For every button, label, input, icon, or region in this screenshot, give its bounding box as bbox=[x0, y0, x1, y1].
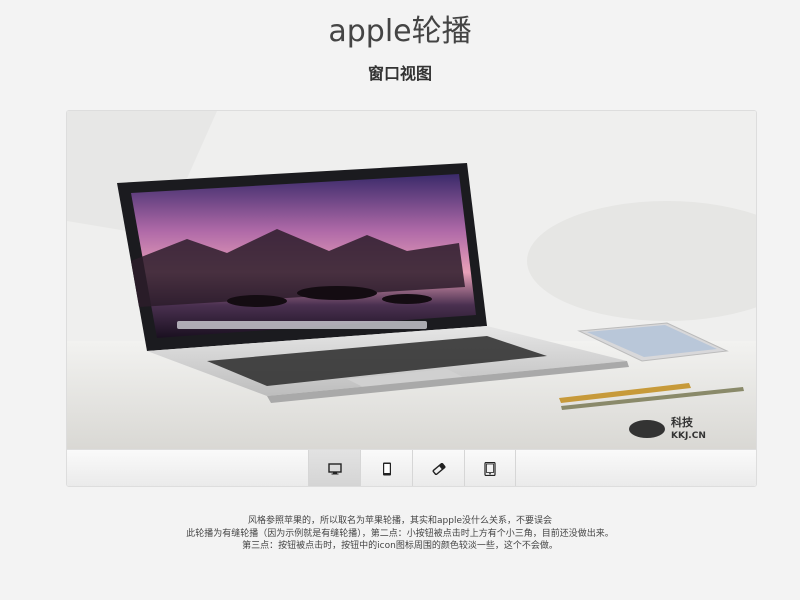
carousel: 科技 KKJ.CN bbox=[66, 110, 757, 487]
thumbnail-bar bbox=[67, 449, 756, 486]
svg-text:KKJ.CN: KKJ.CN bbox=[671, 431, 706, 441]
thumb-phone-button[interactable] bbox=[360, 450, 412, 486]
thumb-desktop-button[interactable] bbox=[308, 450, 360, 486]
tablet-icon bbox=[484, 461, 496, 476]
page-title: apple轮播 bbox=[328, 14, 472, 49]
ipod-icon bbox=[432, 462, 445, 475]
desktop-icon bbox=[327, 462, 342, 474]
phone-icon bbox=[382, 462, 391, 475]
carousel-slide-image: 科技 KKJ.CN bbox=[67, 111, 756, 449]
page-subtitle: 窗口视图 bbox=[367, 64, 432, 83]
description-line-2: 此轮播为有缝轮播（因为示例就是有缝轮播），第二点：小按钮被点击时上方有个小三角，… bbox=[186, 528, 614, 539]
svg-text:科技: 科技 bbox=[671, 415, 694, 429]
description-text: 风格参照苹果的，所以取名为苹果轮播，其实和apple没什么关系，不要误会 此轮播… bbox=[0, 515, 800, 553]
description-line-1: 风格参照苹果的，所以取名为苹果轮播，其实和apple没什么关系，不要误会 bbox=[248, 516, 552, 526]
macbook-photo: 科技 KKJ.CN bbox=[67, 111, 756, 449]
description-line-3: 第三点：按钮被点击时，按钮中的icon图标周围的颜色较淡一些，这个不会做。 bbox=[242, 541, 558, 551]
thumb-tablet-button[interactable] bbox=[464, 450, 516, 486]
thumb-ipod-button[interactable] bbox=[412, 450, 464, 486]
